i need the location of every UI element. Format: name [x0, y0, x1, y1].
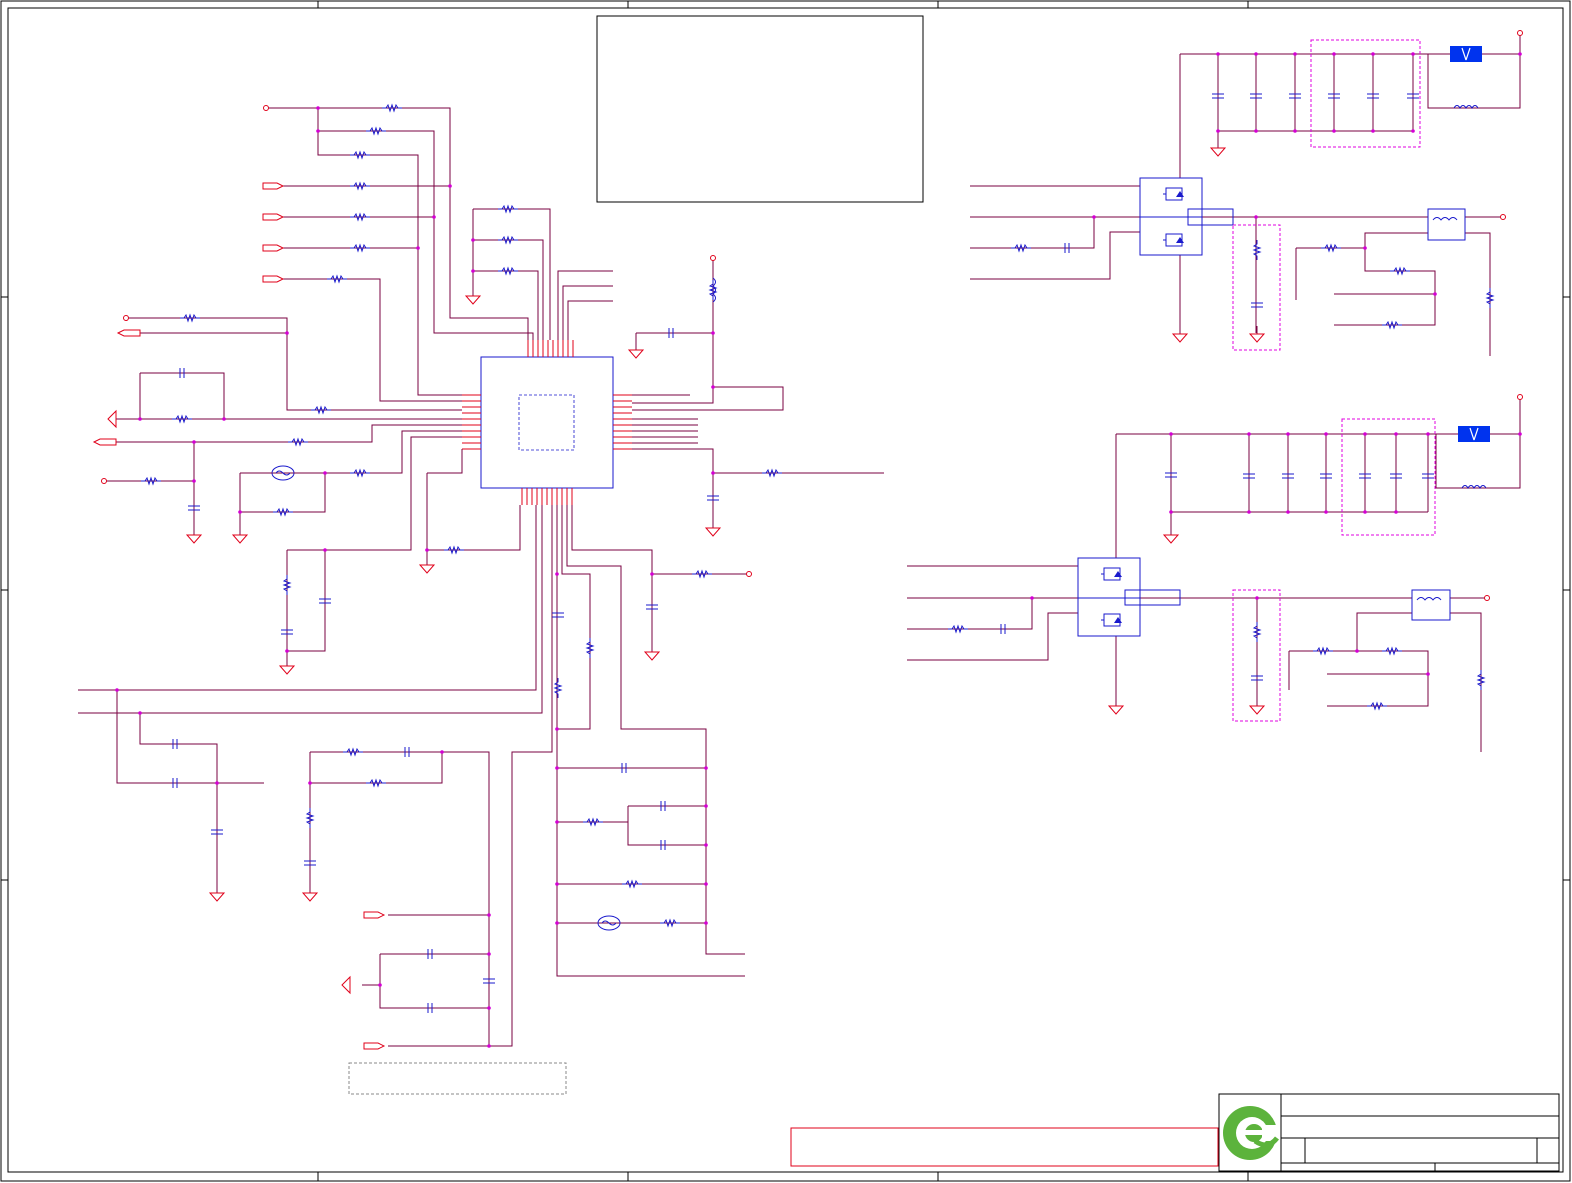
ground-icon [628, 341, 644, 359]
port-icon [262, 244, 284, 252]
controller-ic [480, 356, 614, 489]
ground-icon [1108, 697, 1124, 715]
mosfet-icon [1162, 187, 1185, 201]
capacitors [172, 93, 1435, 1014]
resistors [140, 104, 1494, 927]
ground-icon [1163, 526, 1179, 544]
power-pin-icon [1517, 30, 1523, 36]
port-icon [341, 975, 351, 995]
capacitor-icon [1250, 302, 1264, 308]
power-pin-icon [123, 315, 129, 321]
ground-icon [1249, 325, 1265, 343]
ground-icon [465, 287, 481, 305]
warning-box [790, 1127, 1219, 1167]
ground-icon [644, 643, 660, 661]
power-pin-icon [101, 478, 107, 484]
port-icon [262, 213, 284, 221]
power-pin-icon [1517, 394, 1523, 400]
capacitor-icon [551, 612, 565, 618]
power-pin-icon [1484, 595, 1490, 601]
ground-icon [705, 519, 721, 537]
power-pin-icon [1500, 214, 1506, 220]
port-icon [363, 1042, 385, 1050]
notes-box [596, 15, 924, 203]
power-pin-icon [263, 105, 269, 111]
power-pin-icon [746, 571, 752, 577]
grounds [186, 139, 1265, 902]
ground-icon [209, 884, 225, 902]
ground-icon [279, 657, 295, 675]
ic-pins [462, 340, 632, 505]
schematic-sheet [0, 0, 1571, 1182]
ports [93, 182, 385, 1050]
lower-note-box [348, 1062, 567, 1095]
sense-block-upper [1427, 208, 1466, 241]
port-icon [107, 409, 117, 429]
port-icon [363, 911, 385, 919]
ground-icon [186, 526, 202, 544]
port-icon [262, 275, 284, 283]
resistor-icon [554, 677, 562, 699]
title-block [1218, 1093, 1560, 1172]
mosfet-icon [1100, 567, 1123, 581]
sheet-border [0, 0, 1571, 1182]
ground-icon [232, 526, 248, 544]
port-icon [262, 182, 284, 190]
fuse-upper [1450, 46, 1482, 62]
ground-icon [1210, 139, 1226, 157]
fuse-lower [1458, 426, 1490, 442]
ground-icon [419, 556, 435, 574]
power-pin-icon [710, 255, 716, 261]
inductors [712, 105, 1487, 489]
ground-icon [1249, 697, 1265, 715]
port-icon [117, 329, 141, 337]
highlight-boxes [1232, 39, 1436, 722]
sense-block-lower [1411, 589, 1451, 621]
port-icon [93, 438, 117, 446]
resistor-icon [1253, 239, 1261, 261]
wires [78, 33, 1521, 1047]
ground-icon [1172, 325, 1188, 343]
company-logo-icon [1223, 1106, 1279, 1160]
mosfet-icon [1162, 233, 1185, 247]
mosfet-icon [1100, 613, 1123, 627]
power-pins [101, 30, 1523, 601]
mosfet-lower [1077, 557, 1181, 637]
ground-icon [302, 884, 318, 902]
